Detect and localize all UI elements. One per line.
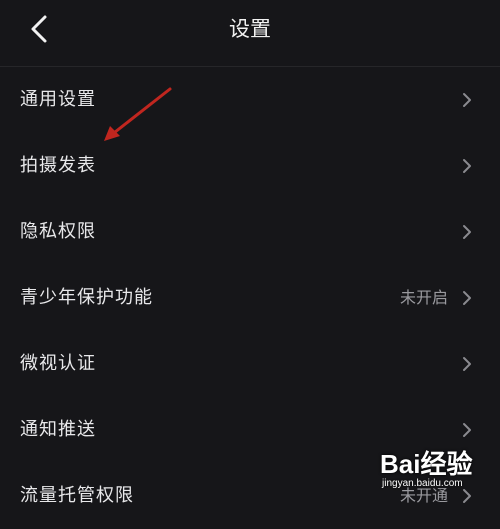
settings-item-label: 微视认证	[20, 353, 96, 374]
settings-item-label: 通用设置	[20, 89, 96, 110]
settings-item-label: 青少年保护功能	[20, 287, 153, 308]
settings-item-label: 拍摄发表	[20, 155, 96, 176]
settings-item-general[interactable]: 通用设置	[0, 67, 500, 133]
settings-item-status: 未开启	[399, 288, 448, 307]
chevron-right-icon	[463, 291, 471, 305]
chevron-right-icon	[463, 159, 471, 173]
settings-item-shoot-publish[interactable]: 拍摄发表	[0, 133, 500, 199]
settings-item-privacy[interactable]: 隐私权限	[0, 199, 500, 265]
settings-item-notifications[interactable]: 通知推送	[0, 397, 500, 463]
chevron-right-icon	[463, 93, 471, 107]
chevron-right-icon	[463, 423, 471, 437]
chevron-right-icon	[463, 225, 471, 239]
chevron-left-icon	[31, 15, 47, 43]
settings-item-label: 流量托管权限	[20, 485, 134, 506]
chevron-right-icon	[463, 357, 471, 371]
back-button[interactable]	[22, 12, 56, 46]
settings-item-label: 隐私权限	[20, 221, 96, 242]
top-bar: 设置	[0, 0, 500, 60]
chevron-right-icon	[463, 489, 471, 503]
settings-list: 通用设置 拍摄发表 隐私权限 青少年保护功能 未开启 微视认证 通知推送 流量托…	[0, 67, 500, 529]
settings-item-verification[interactable]: 微视认证	[0, 331, 500, 397]
settings-item-youth-protection[interactable]: 青少年保护功能 未开启	[0, 265, 500, 331]
settings-item-status: 未开通	[399, 486, 448, 505]
page-title: 设置	[229, 17, 271, 41]
settings-item-label: 通知推送	[20, 419, 96, 440]
settings-item-data-hosting[interactable]: 流量托管权限 未开通	[0, 463, 500, 529]
